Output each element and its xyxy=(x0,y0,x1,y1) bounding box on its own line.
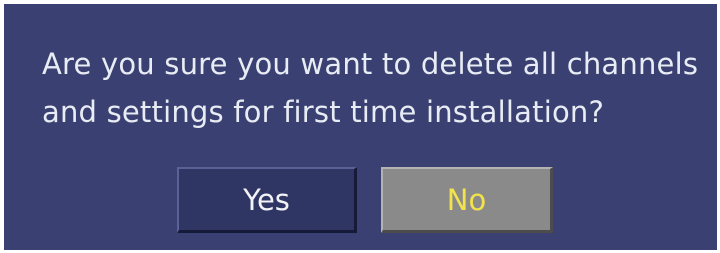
yes-button[interactable]: Yes xyxy=(177,167,357,233)
no-button-label: No xyxy=(446,182,487,217)
no-button[interactable]: No xyxy=(381,167,553,233)
yes-button-label: Yes xyxy=(243,182,290,217)
dialog-message: Are you sure you want to delete all chan… xyxy=(42,47,699,129)
confirm-dialog: Are you sure you want to delete all chan… xyxy=(4,4,717,250)
